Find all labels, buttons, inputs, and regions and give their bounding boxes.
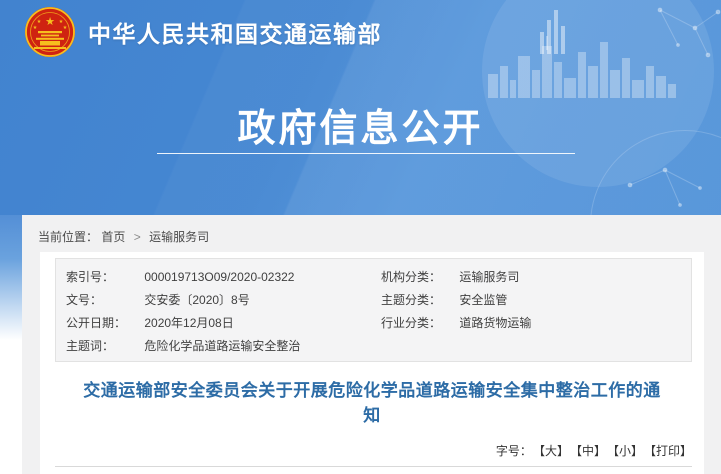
table-row: 公开日期： 2020年12月08日 行业分类： 道路货物运输 [56,312,691,335]
meta-label-publish-date: 公开日期： [66,312,141,335]
left-gutter-gradient [0,215,22,340]
document-meta-table: 索引号： 000019713O09/2020-02322 机构分类： 运输服务司… [55,258,692,362]
meta-label-doc-no: 文号： [66,289,141,312]
svg-text:★: ★ [33,25,38,31]
font-size-large-button[interactable]: 【大】 [539,444,569,458]
breadcrumb: 当前位置： 首页 > 运输服务司 [22,215,721,245]
meta-label-index-no: 索引号： [66,266,141,289]
page-title: 政府信息公开 [0,97,721,152]
meta-value-doc-no: 交安委〔2020〕8号 [144,293,249,307]
table-row: 文号： 交安委〔2020〕8号 主题分类： 安全监管 [56,289,691,312]
table-row: 索引号： 000019713O09/2020-02322 机构分类： 运输服务司 [56,266,691,289]
breadcrumb-home-link[interactable]: 首页 [101,230,125,244]
font-size-controls: 字号： 【大】【中】【小】【打印】 [496,442,692,459]
meta-label-keywords: 主题词： [66,335,141,358]
table-row: 主题词： 危险化学品道路运输安全整治 [56,335,691,358]
font-size-medium-button[interactable]: 【中】 [576,444,606,458]
svg-text:★: ★ [45,15,55,28]
national-emblem-icon: ★ ★ ★ ★ ★ [24,6,76,58]
bar-decoration-icon [540,6,566,54]
svg-text:★: ★ [37,19,42,25]
breadcrumb-current-link[interactable]: 运输服务司 [149,230,209,244]
font-size-label: 字号： [496,444,532,458]
content-card: 索引号： 000019713O09/2020-02322 机构分类： 运输服务司… [40,252,704,474]
meta-label-topic-category: 主题分类： [381,289,456,312]
page-title-underline [157,153,575,154]
site-brand: ★ ★ ★ ★ ★ 中华人民共和国交通运输部 [24,6,382,58]
site-title: 中华人民共和国交通运输部 [88,15,382,49]
article-title: 交通运输部安全委员会关于开展危险化学品道路运输安全集中整治工作的通知 [82,378,662,428]
breadcrumb-separator: > [134,230,141,244]
meta-value-topic-category: 安全监管 [459,293,507,307]
font-size-small-button[interactable]: 【小】 [613,444,643,458]
meta-value-publish-date: 2020年12月08日 [144,316,233,330]
meta-value-index-no: 000019713O09/2020-02322 [144,270,294,284]
banner: ★ ★ ★ ★ ★ 中华人民共和国交通运输部 政府信息公开 [0,0,721,215]
svg-text:★: ★ [63,25,68,31]
meta-label-org-category: 机构分类： [381,266,456,289]
meta-value-keywords: 危险化学品道路运输安全整治 [144,339,300,353]
meta-label-industry-category: 行业分类： [381,312,456,335]
page-body: 当前位置： 首页 > 运输服务司 索引号： 000019713O09/2020-… [22,215,721,474]
meta-value-org-category: 运输服务司 [459,270,519,284]
content-divider [55,466,692,467]
meta-value-industry-category: 道路货物运输 [459,316,531,330]
print-button[interactable]: 【打印】 [650,444,692,458]
breadcrumb-label: 当前位置： [38,230,98,244]
